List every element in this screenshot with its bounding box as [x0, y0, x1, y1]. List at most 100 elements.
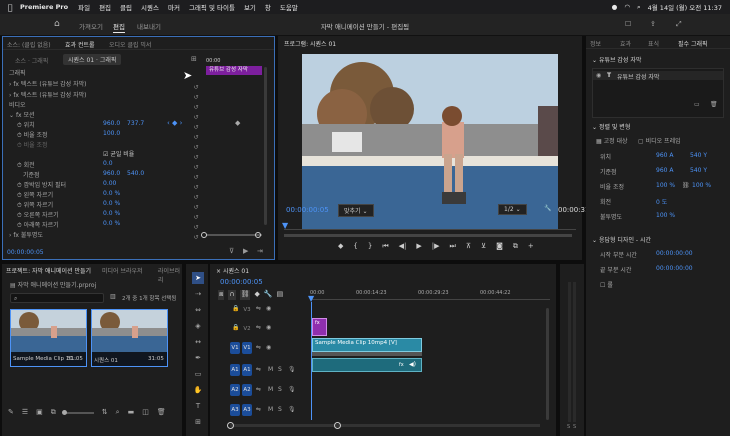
source-a1[interactable]: A1	[230, 364, 240, 376]
zoom-handle[interactable]	[255, 232, 261, 238]
stopwatch-icon[interactable]: ⏱	[17, 162, 24, 169]
row-crop-left[interactable]: ⏱ 왼쪽 자르기	[17, 190, 53, 199]
fullscreen-icon[interactable]: ⤢	[676, 20, 682, 29]
ripple-edit-tool-icon[interactable]: ⇔	[192, 304, 204, 316]
compare-icon[interactable]: ⧉	[513, 242, 518, 252]
eye-icon[interactable]: ◉	[266, 305, 271, 312]
fit-dropdown[interactable]: 맞추기 ⌄	[338, 204, 374, 217]
solo-left-button[interactable]: S	[567, 424, 570, 430]
reset-icon[interactable]: ↺	[191, 153, 201, 163]
toggle-timeline-icon[interactable]: ⊞	[191, 55, 197, 63]
source-v1[interactable]: V1	[230, 342, 240, 354]
microphone-icon[interactable]: 🎙	[288, 366, 296, 373]
reset-icon[interactable]: ↺	[191, 93, 201, 103]
timeline-hscroll[interactable]	[230, 424, 540, 427]
anchor-x-value[interactable]: 960.0	[103, 170, 120, 177]
lock-icon[interactable]: 🔒	[232, 305, 239, 312]
tab-markers[interactable]: 표식	[648, 39, 659, 48]
video-clip[interactable]: Sample Media Clip 10mp4 [V]	[312, 338, 422, 352]
timeline-ruler[interactable]: 00:00 00:00:14:23 00:00:29:23 00:00:44:2…	[310, 290, 550, 300]
tab-project[interactable]: 프로젝트: 자막 애니메이션 만들기	[6, 266, 91, 275]
play-icon[interactable]: ▶	[243, 247, 248, 255]
track-a2[interactable]: A2	[242, 384, 252, 396]
crop-top-value[interactable]: 0.0 %	[103, 200, 120, 207]
menu-marker[interactable]: 마커	[168, 2, 180, 12]
row-position[interactable]: ⏱ 위치	[17, 120, 35, 129]
step-forward-icon[interactable]: |▶	[432, 242, 440, 252]
tab-export[interactable]: 내보내기	[137, 21, 161, 31]
tab-import[interactable]: 가져오기	[79, 21, 103, 31]
playhead-icon[interactable]: ▼	[282, 221, 288, 230]
rd-start-value[interactable]: 00:00:00:00	[656, 250, 693, 257]
menu-sequence[interactable]: 시퀀스	[141, 2, 159, 12]
add-marker-icon[interactable]: ◆	[254, 290, 259, 300]
hscroll-handle[interactable]	[334, 422, 341, 429]
tab-edit[interactable]: 편집	[113, 21, 125, 31]
razor-tool-icon[interactable]: ◈	[192, 320, 204, 332]
eg-scale-w[interactable]: 100 %	[656, 182, 675, 189]
zoom-scrollbar[interactable]	[284, 234, 572, 237]
reset-icon[interactable]: ↺	[191, 193, 201, 203]
eg-opacity[interactable]: 100 %	[656, 212, 675, 219]
source-a3[interactable]: A3	[230, 404, 240, 416]
thumbnail-slider[interactable]	[61, 410, 94, 415]
camera-icon[interactable]: ◙	[496, 242, 503, 252]
chevron-down-icon[interactable]: ⌄	[9, 112, 16, 119]
track-a3[interactable]: A3	[242, 404, 252, 416]
reset-icon[interactable]: ↺	[191, 103, 201, 113]
marker-icon[interactable]: ◆	[338, 242, 343, 252]
tab-media-browser[interactable]: 미디어 브라우저	[102, 266, 143, 275]
eg-anchor-y[interactable]: 540 Y	[690, 167, 707, 174]
home-icon[interactable]: ⌂	[54, 19, 60, 29]
menu-edit[interactable]: 편집	[99, 2, 111, 12]
export-icon[interactable]: ⇥	[257, 247, 263, 255]
mark-out-icon[interactable]: }	[368, 242, 372, 252]
eye-icon[interactable]: ◉	[596, 72, 601, 79]
new-folder-icon[interactable]: ▬	[128, 408, 135, 418]
eg-anchor-x[interactable]: 960 A	[656, 167, 673, 174]
stopwatch-icon[interactable]: ⏱	[17, 212, 24, 219]
tab-sequence[interactable]: × 시퀀스 01	[216, 266, 249, 275]
extract-icon[interactable]: ⊻	[481, 242, 486, 252]
selection-tool-icon[interactable]: ➤	[192, 272, 204, 284]
solo-button[interactable]: S	[278, 406, 282, 413]
eye-icon[interactable]: ◉	[266, 324, 271, 331]
microphone-icon[interactable]: 🎙	[288, 386, 296, 393]
step-back-icon[interactable]: ◀|	[399, 242, 407, 252]
solo-button[interactable]: S	[278, 386, 282, 393]
position-x-value[interactable]: 960.0	[103, 120, 120, 127]
checkbox-icon[interactable]: ☐	[600, 282, 605, 289]
flicker-value[interactable]: 0.00	[103, 180, 116, 187]
menu-help[interactable]: 도움말	[280, 2, 298, 12]
row-motion[interactable]: ⌄ fx 모션	[9, 110, 35, 119]
row-opacity[interactable]: › fx 불투명도	[9, 230, 43, 239]
snap-icon[interactable]: ∩	[228, 290, 236, 300]
row-flicker[interactable]: ⏱ 깜박임 방지 필터	[17, 180, 66, 189]
quality-dropdown[interactable]: 1/2 ⌄	[498, 204, 527, 215]
tab-program[interactable]: 프로그램: 시퀀스 01	[284, 39, 336, 48]
row-rotation[interactable]: ⏱ 회전	[17, 160, 35, 169]
mute-button[interactable]: M	[268, 406, 273, 413]
trash-icon[interactable]: 🗑	[157, 408, 166, 418]
media-item-clip[interactable]: Sample Media Clip 10... 31:05	[10, 309, 87, 367]
eye-icon[interactable]: ◉	[266, 344, 271, 351]
mute-button[interactable]: M	[268, 366, 273, 373]
audio-clip[interactable]: fx ◀)	[312, 358, 422, 372]
quick-export-icon[interactable]: ⇪	[650, 20, 656, 28]
mini-timeline-zoom[interactable]	[206, 234, 262, 236]
reset-icon[interactable]: ↺	[191, 213, 201, 223]
icon-view-icon[interactable]: ▣	[36, 408, 43, 418]
insert-sequence-icon[interactable]: ⧈	[218, 290, 225, 300]
reset-icon[interactable]: ↺	[191, 123, 201, 133]
sync-icon[interactable]: ⇋	[256, 305, 261, 312]
row-crop-bottom[interactable]: ⏱ 아래쪽 자르기	[17, 220, 59, 229]
graphic-clip[interactable]: fx	[312, 318, 327, 336]
sync-icon[interactable]: ⇋	[256, 324, 261, 331]
rotation-value[interactable]: 0.0	[103, 160, 113, 167]
row-text[interactable]: › fx 텍스트 (유튜브 감성 자막)	[9, 79, 87, 88]
zoom-handle[interactable]	[201, 232, 207, 238]
track-v1[interactable]: V1	[242, 342, 252, 354]
uniform-scale-checkbox[interactable]: ☑ 균일 비율	[103, 149, 134, 158]
linked-selection-icon[interactable]: ⛓	[239, 290, 251, 300]
reset-icon[interactable]: ↺	[191, 223, 201, 233]
